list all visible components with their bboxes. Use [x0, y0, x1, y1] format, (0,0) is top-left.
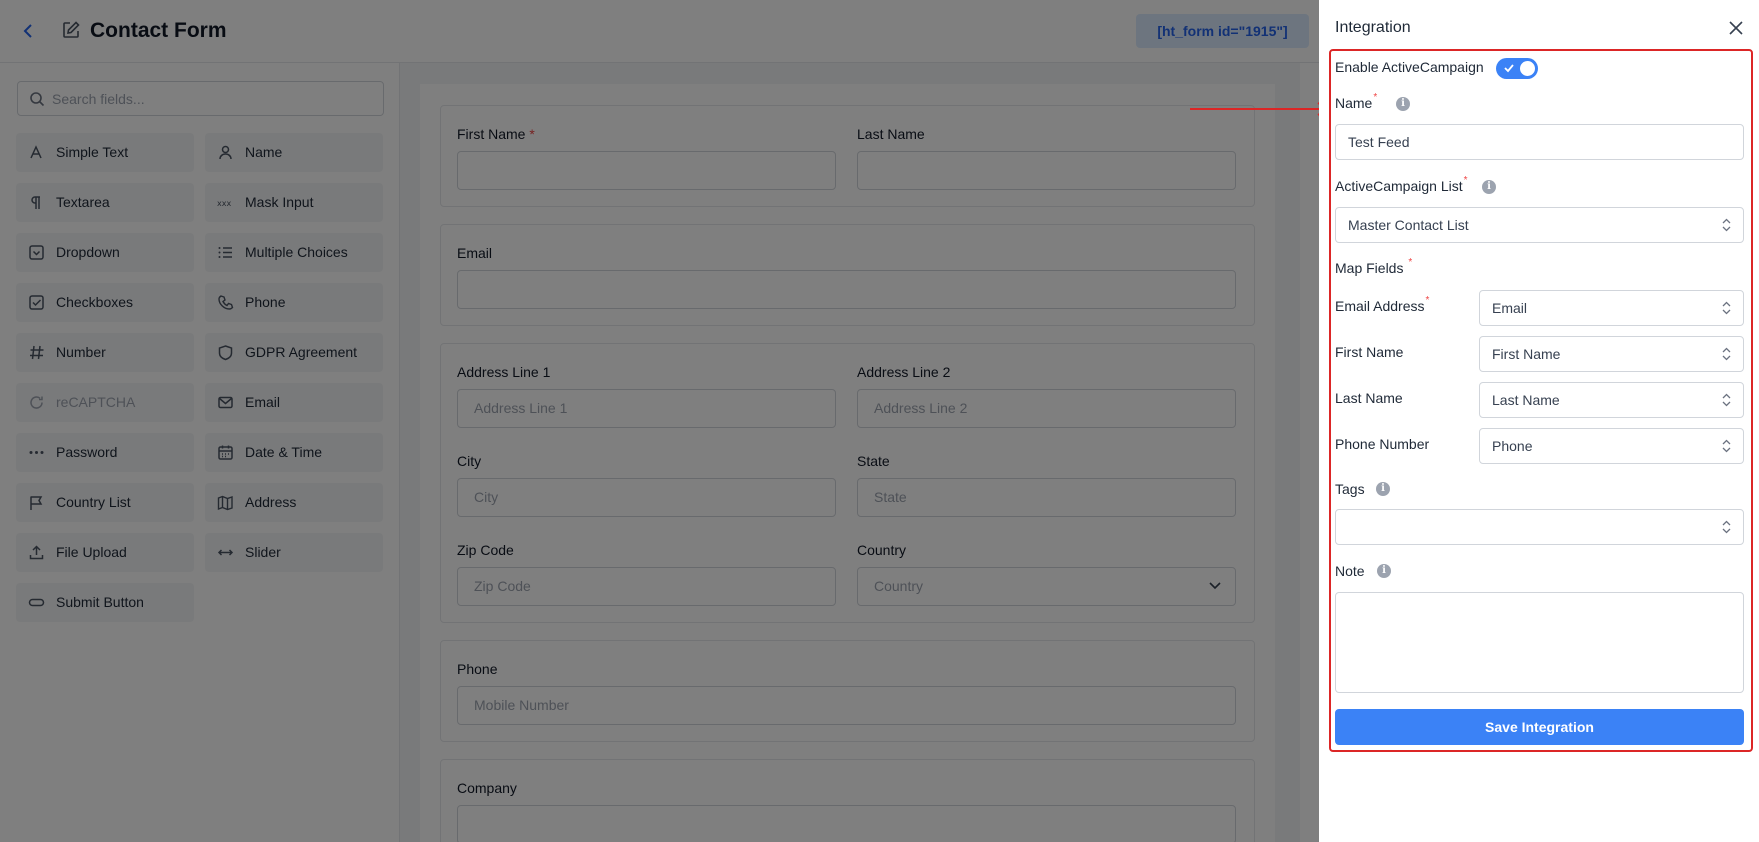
mapping-select[interactable]: Last Name: [1479, 382, 1744, 418]
drawer-title: Integration: [1335, 19, 1411, 36]
mapping-select[interactable]: Email: [1479, 290, 1744, 326]
info-icon[interactable]: i: [1482, 180, 1496, 194]
toggle-knob: [1520, 61, 1535, 76]
required-mark: *: [1425, 295, 1430, 306]
name-label: Name: [1335, 95, 1373, 111]
mapping-label: Last Name: [1335, 390, 1403, 406]
mapping-select[interactable]: First Name: [1479, 336, 1744, 372]
list-label: ActiveCampaign List: [1335, 178, 1463, 194]
chevron-updown-icon: [1722, 393, 1731, 407]
name-input[interactable]: Test Feed: [1335, 124, 1744, 160]
info-icon[interactable]: i: [1396, 97, 1410, 111]
check-icon: [1504, 64, 1514, 73]
mapping-select-value: Email: [1492, 300, 1528, 316]
tags-select[interactable]: [1335, 509, 1744, 545]
mapping-select[interactable]: Phone: [1479, 428, 1744, 464]
required-mark: *: [1408, 257, 1413, 268]
close-icon[interactable]: [1727, 19, 1745, 37]
enable-label: Enable ActiveCampaign: [1335, 59, 1484, 75]
info-icon[interactable]: i: [1376, 482, 1390, 496]
mapping-select-value: Phone: [1492, 438, 1533, 454]
chevron-updown-icon: [1722, 439, 1731, 453]
tags-label: Tags: [1335, 481, 1365, 497]
note-textarea[interactable]: [1335, 592, 1744, 693]
info-icon[interactable]: i: [1377, 564, 1391, 578]
required-mark: *: [1463, 175, 1468, 186]
required-mark: *: [1373, 92, 1378, 103]
chevron-updown-icon: [1722, 520, 1731, 534]
mapping-select-value: First Name: [1492, 346, 1561, 362]
mapping-label: Phone Number: [1335, 436, 1430, 452]
modal-backdrop[interactable]: [0, 0, 1319, 842]
integration-drawer: Integration Enable ActiveCampaign Name* …: [1319, 0, 1759, 842]
list-select[interactable]: Master Contact List: [1335, 207, 1744, 243]
chevron-updown-icon: [1722, 347, 1731, 361]
chevron-updown-icon: [1722, 218, 1731, 232]
note-label: Note: [1335, 563, 1365, 579]
mapping-label: Email Address: [1335, 298, 1425, 314]
enable-toggle[interactable]: [1496, 58, 1538, 79]
map-fields-label: Map Fields: [1335, 260, 1404, 276]
annotation-arrow: [1190, 102, 1330, 116]
save-integration-button[interactable]: Save Integration: [1335, 709, 1744, 745]
list-select-value: Master Contact List: [1348, 217, 1469, 233]
mapping-select-value: Last Name: [1492, 392, 1560, 408]
mapping-label: First Name: [1335, 344, 1404, 360]
chevron-updown-icon: [1722, 301, 1731, 315]
